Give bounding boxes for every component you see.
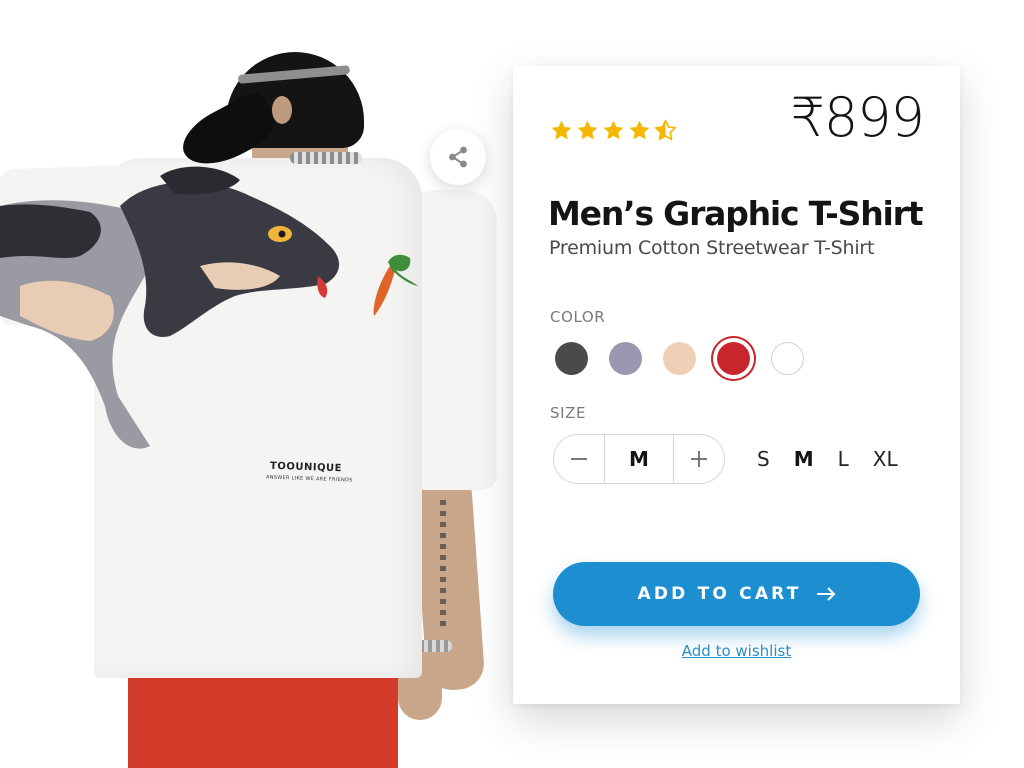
color-swatch-white[interactable] (771, 342, 804, 375)
arm-tattoo (440, 500, 446, 630)
product-title: Men’s Graphic T-Shirt (548, 194, 923, 233)
product-card: ₹899 Men’s Graphic T-Shirt Premium Cotto… (513, 66, 960, 704)
color-label: COLOR (550, 308, 606, 326)
add-to-cart-label: ADD TO CART (637, 584, 802, 604)
color-swatch-red[interactable] (717, 342, 750, 375)
star-half-icon (654, 119, 677, 141)
increment-button[interactable] (674, 435, 724, 483)
bunny-graphic (0, 166, 418, 449)
color-swatch-peach[interactable] (663, 342, 696, 375)
star-icon (603, 120, 624, 140)
share-button[interactable] (430, 129, 486, 185)
model-ear (272, 96, 292, 124)
size-option-xl[interactable]: XL (873, 447, 898, 471)
product-photo: TOOUNIQUE ANSWER LIKE WE ARE FRIENDS (0, 0, 520, 768)
wishlist-container: Add to wishlist (513, 641, 960, 660)
size-label: SIZE (550, 404, 587, 422)
size-options: S M L XL (757, 447, 898, 471)
star-icon (551, 120, 572, 140)
add-to-wishlist-link[interactable]: Add to wishlist (682, 642, 791, 660)
star-icon (577, 120, 598, 140)
size-option-s[interactable]: S (757, 447, 770, 471)
star-icon (629, 120, 650, 140)
minus-icon (571, 458, 587, 460)
necklace-chain (290, 152, 362, 164)
size-option-m[interactable]: M (794, 447, 814, 471)
stepper-value: M (604, 435, 674, 483)
plus-icon (691, 451, 707, 467)
color-swatches (555, 342, 825, 375)
size-option-l[interactable]: L (838, 447, 849, 471)
decrement-button[interactable] (554, 435, 604, 483)
product-price: ₹899 (790, 86, 925, 149)
color-swatch-charcoal[interactable] (555, 342, 588, 375)
size-stepper: M (553, 434, 725, 484)
color-swatch-lavender[interactable] (609, 342, 642, 375)
add-to-cart-button[interactable]: ADD TO CART (553, 562, 920, 626)
arrow-right-icon (816, 587, 835, 601)
product-subtitle: Premium Cotton Streetwear T-Shirt (549, 237, 875, 259)
star-rating (549, 118, 678, 143)
share-icon (449, 146, 467, 168)
